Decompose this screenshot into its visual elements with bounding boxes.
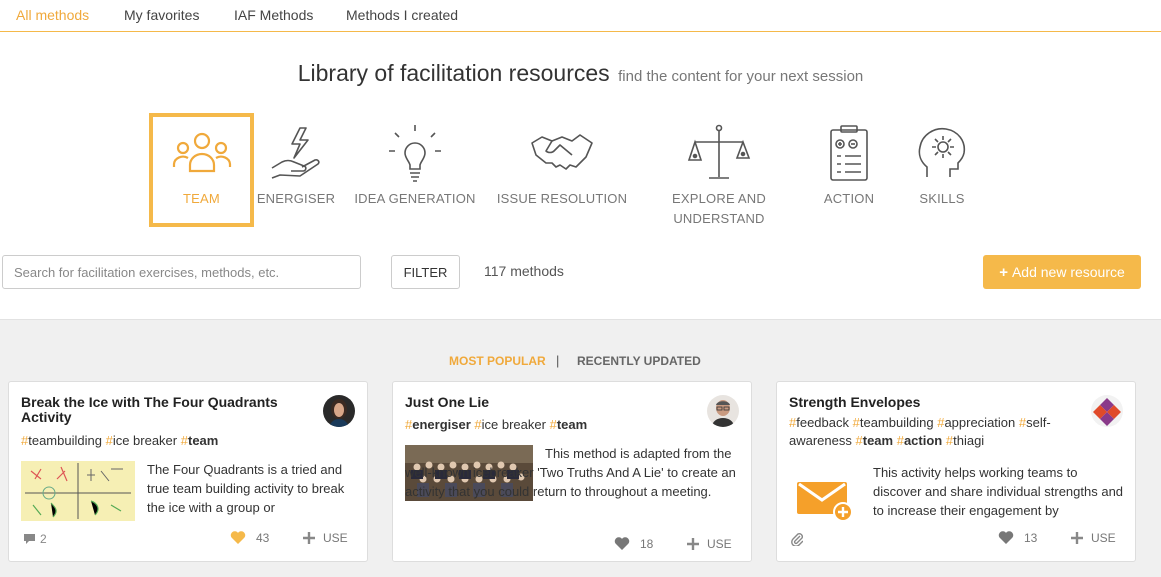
method-tabs: All methods My favorites IAF Methods Met…	[0, 0, 1161, 32]
like-button[interactable]: 43	[230, 531, 269, 545]
handshake-icon	[496, 117, 628, 189]
plus-icon: +	[999, 263, 1008, 281]
like-count: 43	[256, 531, 270, 545]
card-title[interactable]: Just One Lie	[405, 395, 695, 410]
card-tags: #feedback #teambuilding #appreciation #s…	[789, 414, 1079, 450]
team-icon	[153, 117, 250, 189]
use-label: USE	[323, 531, 348, 545]
tab-my-favorites[interactable]: My favorites	[124, 7, 199, 23]
card-description: This method is adapted from the well-kno…	[405, 446, 736, 499]
plus-icon	[303, 532, 315, 544]
category-label: TEAM	[183, 191, 220, 206]
card-title[interactable]: Strength Envelopes	[789, 395, 1079, 410]
author-avatar[interactable]	[323, 395, 355, 427]
tab-all-methods[interactable]: All methods	[16, 7, 89, 23]
category-idea-generation[interactable]: IDEA GENERATION	[352, 117, 478, 209]
use-label: USE	[707, 537, 732, 551]
heart-icon	[614, 537, 630, 550]
energiser-icon	[256, 117, 336, 189]
tab-methods-i-created[interactable]: Methods I created	[346, 7, 458, 23]
search-input[interactable]	[2, 255, 361, 289]
category-label: IDEA GENERATION	[354, 191, 476, 206]
card-title[interactable]: Break the Ice with The Four Quadrants Ac…	[21, 395, 311, 425]
add-new-resource-label: Add new resource	[1011, 264, 1125, 280]
card-description: This activity helps working teams to dis…	[873, 465, 1124, 518]
tag-link[interactable]: #team	[181, 433, 219, 448]
comment-count-value: 2	[40, 532, 47, 546]
author-avatar[interactable]	[1091, 395, 1123, 427]
category-label: ACTION	[823, 191, 875, 206]
tag-link[interactable]: #thiagi	[946, 433, 984, 448]
filter-button[interactable]: FILTER	[391, 255, 460, 289]
heart-icon	[998, 531, 1014, 544]
clipboard-icon	[817, 117, 881, 189]
tag-link[interactable]: #ice breaker	[106, 433, 178, 448]
sort-separator: |	[556, 353, 560, 368]
attachment-indicator[interactable]	[791, 532, 803, 546]
category-label: SKILLS	[919, 191, 965, 206]
sort-recently-updated[interactable]: RECENTLY UPDATED	[577, 354, 701, 368]
category-team[interactable]: TEAM	[149, 113, 254, 227]
envelope-icon[interactable]	[795, 474, 857, 522]
like-count: 18	[640, 537, 654, 551]
like-count: 13	[1024, 531, 1038, 545]
use-button[interactable]: USE	[687, 537, 732, 551]
card-description: The Four Quadrants is a tried and true t…	[147, 462, 345, 515]
card-tags: #teambuilding #ice breaker #team	[21, 432, 351, 450]
category-energiser[interactable]: ENERGISER	[256, 117, 336, 209]
tag-link[interactable]: #teambuilding	[21, 433, 102, 448]
tag-link[interactable]: #action	[897, 433, 943, 448]
tab-iaf-methods[interactable]: IAF Methods	[234, 7, 313, 23]
paperclip-icon	[791, 533, 803, 546]
like-button[interactable]: 13	[998, 531, 1037, 545]
page-heading: Library of facilitation resources find t…	[0, 60, 1161, 87]
comment-icon	[24, 534, 35, 544]
tag-link[interactable]: #team	[856, 433, 894, 448]
plus-icon	[687, 538, 699, 550]
tag-link[interactable]: #ice breaker	[474, 417, 546, 432]
like-button[interactable]: 18	[614, 537, 653, 551]
tag-link[interactable]: #appreciation	[937, 415, 1015, 430]
card-footer: 18 USE	[393, 519, 751, 561]
use-button[interactable]: USE	[1071, 531, 1116, 545]
category-action[interactable]: ACTION	[817, 117, 881, 209]
card-thumbnail[interactable]	[21, 461, 135, 521]
sort-most-popular[interactable]: MOST POPULAR	[449, 354, 546, 368]
method-count: 117 methods	[484, 263, 564, 279]
tag-link[interactable]: #feedback	[789, 415, 849, 430]
scales-icon	[668, 117, 770, 189]
category-label: ENERGISER	[256, 191, 336, 206]
category-explore-and-understand[interactable]: EXPLORE AND UNDERSTAND	[668, 117, 770, 229]
comment-count[interactable]: 2	[23, 532, 47, 546]
lightbulb-icon	[352, 117, 478, 189]
card-footer: 2 43 USE	[9, 519, 367, 561]
category-label: ISSUE RESOLUTION	[496, 191, 628, 206]
page-title: Library of facilitation resources	[297, 60, 610, 86]
method-card[interactable]: Break the Ice with The Four Quadrants Ac…	[8, 381, 368, 562]
page-subtitle: find the content for your next session	[618, 68, 864, 85]
category-issue-resolution[interactable]: ISSUE RESOLUTION	[496, 117, 628, 209]
use-button[interactable]: USE	[303, 531, 348, 545]
head-gear-icon	[912, 117, 972, 189]
category-label: EXPLORE AND UNDERSTAND	[672, 191, 766, 226]
add-new-resource-button[interactable]: + Add new resource	[983, 255, 1141, 289]
tag-link[interactable]: #energiser	[405, 417, 471, 432]
category-skills[interactable]: SKILLS	[912, 117, 972, 209]
heart-icon	[230, 531, 246, 544]
tag-link[interactable]: #teambuilding	[853, 415, 934, 430]
method-card[interactable]: Just One Lie #energiser #ice breaker #te…	[392, 381, 752, 562]
use-label: USE	[1091, 531, 1116, 545]
plus-icon	[1071, 532, 1083, 544]
method-card[interactable]: Strength Envelopes #feedback #teambuildi…	[776, 381, 1136, 562]
tag-link[interactable]: #team	[550, 417, 588, 432]
card-tags: #energiser #ice breaker #team	[405, 416, 735, 434]
card-footer: 13 USE	[777, 519, 1135, 561]
